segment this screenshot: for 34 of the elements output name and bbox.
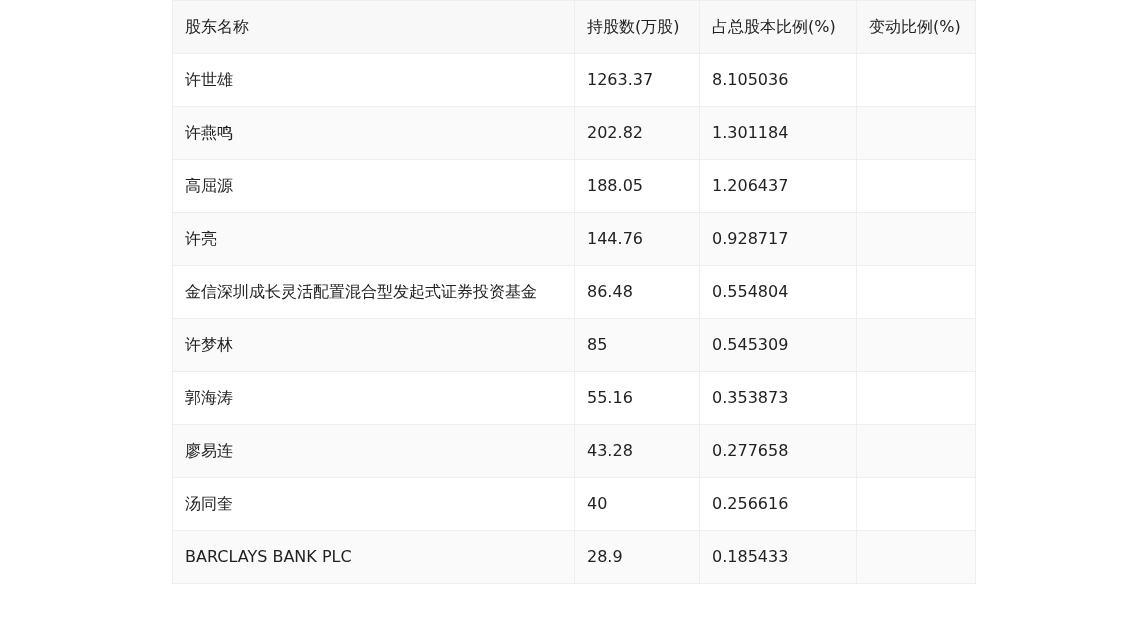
table-cell: 43.28: [574, 424, 700, 478]
table-cell: 廖易连: [172, 424, 575, 478]
table-cell: 许世雄: [172, 53, 575, 107]
column-header: 变动比例(%): [856, 0, 976, 54]
table-cell: 郭海涛: [172, 371, 575, 425]
table-cell: 202.82: [574, 106, 700, 160]
table-cell: 85: [574, 318, 700, 372]
table-cell: 高屈源: [172, 159, 575, 213]
table-cell: 188.05: [574, 159, 700, 213]
table-cell: 8.105036: [699, 53, 857, 107]
table-cell: 许梦林: [172, 318, 575, 372]
column-header: 占总股本比例(%): [699, 0, 857, 54]
table-cell: 28.9: [574, 530, 700, 584]
table-cell: 金信深圳成长灵活配置混合型发起式证券投资基金: [172, 265, 575, 319]
table-cell: 许亮: [172, 212, 575, 266]
table-cell: 144.76: [574, 212, 700, 266]
table-cell: 0.256616: [699, 477, 857, 531]
table-cell: 0.185433: [699, 530, 857, 584]
table-cell: 1.301184: [699, 106, 857, 160]
column-header: 股东名称: [172, 0, 575, 54]
table-cell: 0.545309: [699, 318, 857, 372]
table-cell: 55.16: [574, 371, 700, 425]
table-cell: 1263.37: [574, 53, 700, 107]
table-cell: 0.353873: [699, 371, 857, 425]
table-cell: 汤同奎: [172, 477, 575, 531]
column-header: 持股数(万股): [574, 0, 700, 54]
table-cell: 0.554804: [699, 265, 857, 319]
table-cell: 86.48: [574, 265, 700, 319]
table-cell: 40: [574, 477, 700, 531]
table-cell: 许燕鸣: [172, 106, 575, 160]
table-cell: 1.206437: [699, 159, 857, 213]
table-cell: 0.277658: [699, 424, 857, 478]
table-cell: 0.928717: [699, 212, 857, 266]
table-cell: BARCLAYS BANK PLC: [172, 530, 575, 584]
